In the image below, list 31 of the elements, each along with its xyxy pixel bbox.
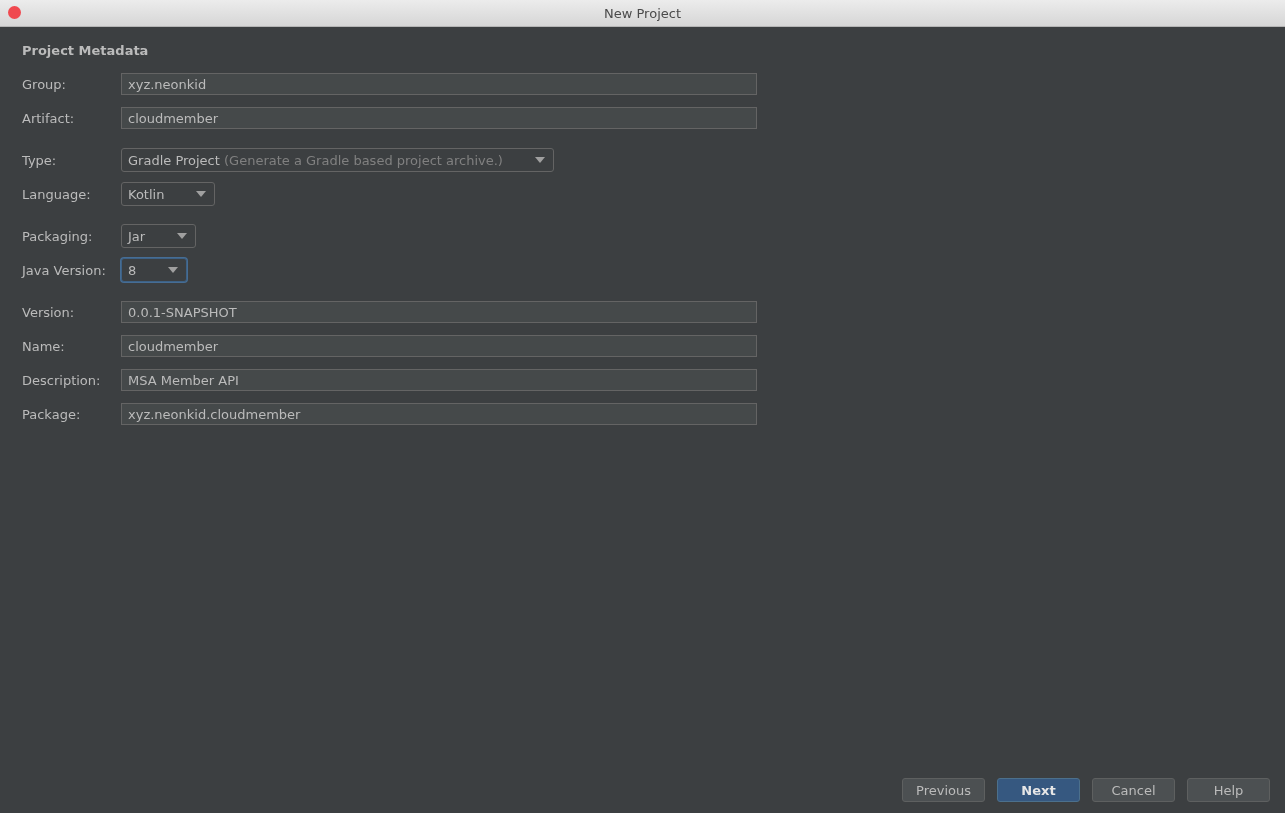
field-label: Group: <box>22 76 67 92</box>
caret-icon <box>168 267 179 273</box>
field-label: Java Version: <box>22 262 107 278</box>
dialog-button[interactable]: Cancel <box>1092 778 1175 802</box>
dialog-button[interactable]: Next <box>997 778 1080 802</box>
window-title: New Project <box>604 5 681 21</box>
dropdown[interactable]: Jar <box>121 224 197 248</box>
close-button[interactable] <box>8 6 21 19</box>
dropdown[interactable]: Gradle Project (Generate a Gradle based project archive.) <box>121 148 554 172</box>
input-field[interactable]: cloudmember <box>121 335 757 357</box>
field-label: Artifact: <box>22 110 76 126</box>
input-field[interactable]: xyz.neonkid <box>121 73 757 95</box>
dialog-button[interactable]: Previous <box>902 778 985 802</box>
field-label: Description: <box>22 372 102 388</box>
dropdown[interactable]: 8 <box>121 258 188 282</box>
input-field[interactable]: xyz.neonkid.cloudmember <box>121 403 757 425</box>
field-label: Packaging: <box>22 228 94 244</box>
input-field[interactable]: MSA Member API <box>121 369 757 391</box>
field-label: Version: <box>22 304 76 320</box>
section-heading: Project Metadata <box>22 43 150 58</box>
field-label: Package: <box>22 406 82 422</box>
field-label: Language: <box>22 186 92 202</box>
caret-icon <box>196 191 207 197</box>
dropdown[interactable]: Kotlin <box>121 182 216 206</box>
input-field[interactable]: cloudmember <box>121 107 757 129</box>
caret-icon <box>177 233 188 239</box>
field-label: Type: <box>22 152 58 168</box>
field-label: Name: <box>22 338 66 354</box>
dialog-button[interactable]: Help <box>1187 778 1270 802</box>
input-field[interactable]: 0.0.1-SNAPSHOT <box>121 301 757 323</box>
caret-icon <box>534 157 545 163</box>
